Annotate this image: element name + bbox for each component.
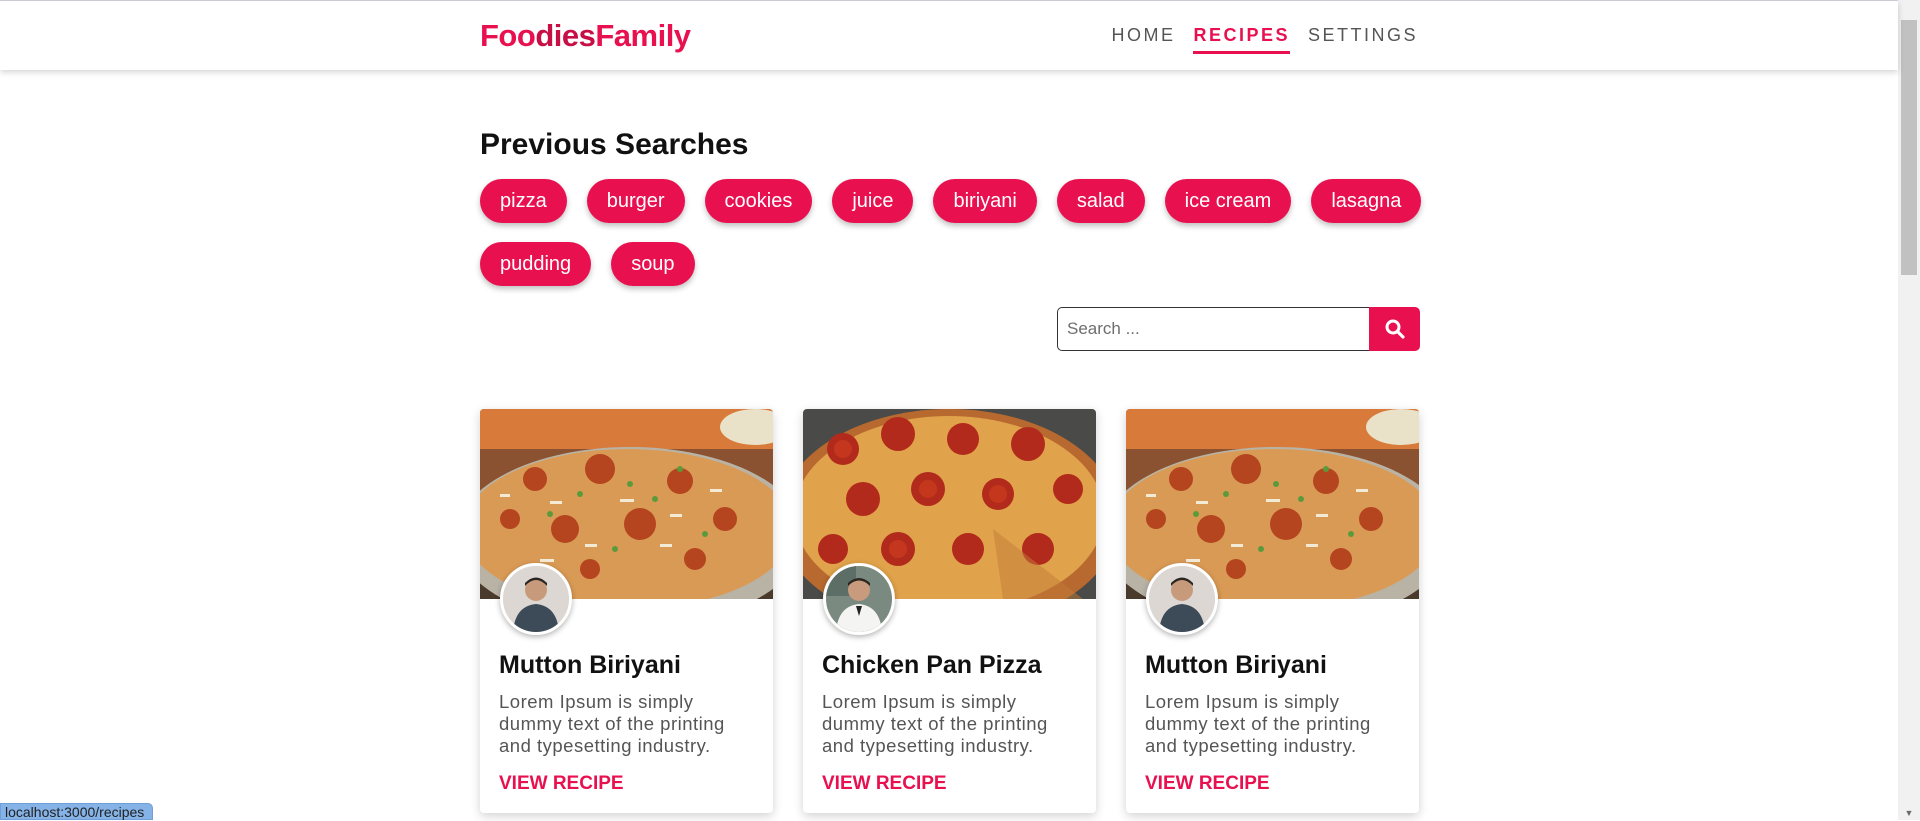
search-chip[interactable]: biriyani [933, 179, 1037, 223]
recipe-description: Lorem Ipsum is simply dummy text of the … [499, 691, 725, 756]
search-chip[interactable]: pudding [480, 242, 592, 286]
view-recipe-link[interactable]: VIEW RECIPE [1145, 773, 1270, 795]
scrollbar-thumb[interactable] [1901, 20, 1917, 275]
recipe-grid: Mutton Biriyani Lorem Ipsum is simply du… [480, 409, 1419, 813]
recipe-title: Mutton Biriyani [1145, 651, 1327, 679]
recipe-description: Lorem Ipsum is simply dummy text of the … [822, 691, 1048, 756]
recipe-card: Chicken Pan Pizza Lorem Ipsum is simply … [803, 409, 1096, 813]
chef-avatar [823, 563, 895, 635]
search-input[interactable] [1057, 307, 1369, 351]
recipe-description: Lorem Ipsum is simply dummy text of the … [1145, 691, 1371, 756]
search-icon [1385, 319, 1405, 339]
view-recipe-link[interactable]: VIEW RECIPE [822, 773, 947, 795]
navbar: FoodiesFamily HOME RECIPES SETTINGS [0, 1, 1898, 70]
logo-part-1: Foo [480, 18, 536, 53]
vertical-scrollbar[interactable]: ▼ [1898, 0, 1920, 820]
browser-status-bar: localhost:3000/recipes [0, 803, 154, 820]
chef-avatar [500, 563, 572, 635]
chef-avatar [1146, 563, 1218, 635]
logo-part-3: Family [595, 18, 691, 53]
logo-part-2: dies [535, 18, 596, 53]
nav-recipes[interactable]: RECIPES [1193, 25, 1290, 54]
search-chip[interactable]: soup [611, 242, 695, 286]
search-chip[interactable]: ice cream [1164, 179, 1292, 223]
previous-searches-list: pizza burger cookies juice biriyani sala… [480, 179, 1440, 286]
previous-searches-title: Previous Searches [480, 128, 749, 161]
search-chip[interactable]: lasagna [1311, 179, 1422, 223]
recipe-title: Chicken Pan Pizza [822, 651, 1042, 679]
nav-home[interactable]: HOME [1111, 25, 1175, 54]
logo[interactable]: FoodiesFamily [480, 18, 691, 54]
recipe-title: Mutton Biriyani [499, 651, 681, 679]
search-button[interactable] [1369, 307, 1420, 351]
search-chip[interactable]: juice [832, 179, 914, 223]
recipe-card: Mutton Biriyani Lorem Ipsum is simply du… [1126, 409, 1419, 813]
scroll-down-arrow-icon[interactable]: ▼ [1903, 808, 1915, 818]
main-nav: HOME RECIPES SETTINGS [1111, 25, 1418, 54]
search-chip[interactable]: salad [1056, 179, 1145, 223]
view-recipe-link[interactable]: VIEW RECIPE [499, 773, 624, 795]
search-bar [1057, 307, 1420, 351]
search-chip[interactable]: pizza [480, 179, 567, 223]
nav-settings[interactable]: SETTINGS [1308, 25, 1418, 54]
search-chip[interactable]: burger [586, 179, 685, 223]
search-chip[interactable]: cookies [704, 179, 813, 223]
recipe-card: Mutton Biriyani Lorem Ipsum is simply du… [480, 409, 773, 813]
